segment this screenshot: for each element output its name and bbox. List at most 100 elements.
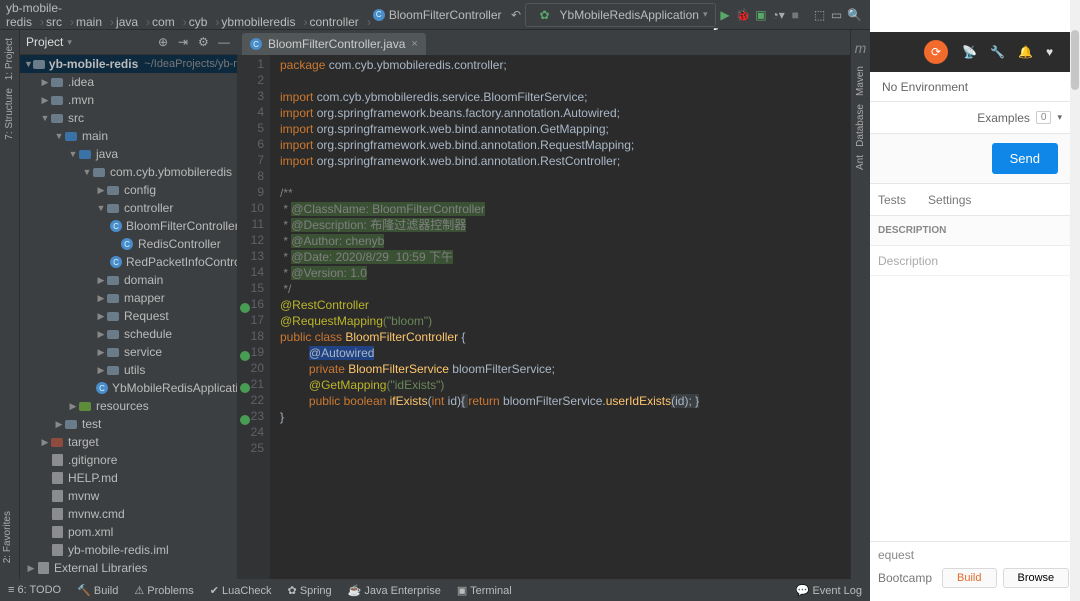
breadcrumb-segment[interactable]: main (76, 15, 102, 29)
tool-project-tab[interactable]: 1: Project (4, 38, 15, 80)
tree-item[interactable]: yb-mobile-redis.iml (20, 541, 237, 559)
locate-icon[interactable]: ⊕ (158, 35, 172, 49)
project-root[interactable]: ▼ yb-mobile-redis ~/IdeaProjects/yb-mobi… (20, 55, 237, 73)
breadcrumb-segment[interactable]: ybmobileredis (221, 15, 295, 29)
debug-button[interactable]: 🐞 (736, 6, 751, 24)
tree-item[interactable]: .gitignore (20, 451, 237, 469)
collapse-icon[interactable]: ⇥ (178, 35, 192, 49)
tree-item[interactable]: pom.xml (20, 523, 237, 541)
tab-tests[interactable]: Tests (878, 193, 906, 207)
breadcrumb-sep: › (146, 15, 150, 29)
tree-item[interactable]: ▶Request (20, 307, 237, 325)
terminal-tool[interactable]: ▣ Terminal (457, 584, 512, 597)
spring-tool[interactable]: ✿ Spring (288, 584, 332, 597)
tree-item[interactable]: ▶target (20, 433, 237, 451)
hide-icon[interactable]: — (218, 35, 232, 49)
back-icon[interactable]: ↶ (510, 6, 523, 24)
run-config-selector[interactable]: ✿ YbMobileRedisApplication ▾ (525, 3, 717, 27)
stop-button[interactable]: ■ (789, 6, 802, 24)
os-scrollbar[interactable] (1070, 0, 1080, 601)
database-tab[interactable]: Database (855, 104, 866, 147)
run-gutter-icon[interactable] (240, 415, 250, 425)
event-log[interactable]: 💬 Event Log (796, 584, 862, 597)
tree-item[interactable]: ▶mapper (20, 289, 237, 307)
tree-item[interactable]: mvnw (20, 487, 237, 505)
breadcrumb-sep: › (70, 15, 74, 29)
tree-item[interactable]: CRedPacketInfoController (20, 253, 237, 271)
line-number-gutter: 1234567891011121314151617181920212223242… (238, 55, 270, 579)
git-update-icon[interactable]: ⬚ (813, 6, 826, 24)
tree-item[interactable]: CRedisController (20, 235, 237, 253)
maven-label[interactable]: Maven (855, 66, 866, 96)
project-label[interactable]: Project (26, 35, 63, 49)
examples-bar[interactable]: Examples 0 ▾ (870, 102, 1070, 134)
breadcrumb-sep: › (215, 15, 219, 29)
run-gutter-icon[interactable] (240, 303, 250, 313)
tree-item[interactable]: ▶domain (20, 271, 237, 289)
profile-button[interactable]: ◔▾ (771, 6, 784, 24)
build-button[interactable]: Build (942, 568, 996, 588)
tree-item[interactable]: CYbMobileRedisApplication (20, 379, 237, 397)
tool-favorites-tab[interactable]: 2: Favorites (2, 511, 13, 563)
tree-item[interactable]: ▼main (20, 127, 237, 145)
request-label: equest (878, 548, 1062, 562)
run-button[interactable]: ▶ (718, 6, 731, 24)
bell-icon[interactable]: 🔔 (1018, 45, 1032, 59)
tree-item[interactable]: ▶.idea (20, 73, 237, 91)
tree-item[interactable]: HELP.md (20, 469, 237, 487)
editor-tab[interactable]: C BloomFilterController.java × (242, 33, 426, 55)
breadcrumb-segment[interactable]: java (116, 15, 138, 29)
project-tree[interactable]: ▼ yb-mobile-redis ~/IdeaProjects/yb-mobi… (20, 55, 238, 579)
coverage-button[interactable]: ▣ (754, 6, 767, 24)
sync-icon[interactable]: ⟳ (924, 40, 948, 64)
send-button[interactable]: Send (992, 143, 1058, 174)
left-tool-stripe: 1: Project 7: Structure 2: Favorites (0, 30, 20, 579)
satellite-icon[interactable]: 📡 (962, 45, 976, 59)
settings-gear-icon[interactable]: ⚙ (198, 35, 212, 49)
project-view-chevron-icon[interactable]: ▾ (67, 37, 72, 48)
ant-tab[interactable]: Ant (855, 155, 866, 170)
breadcrumb-segment[interactable]: cyb (189, 15, 208, 29)
tool-structure-tab[interactable]: 7: Structure (4, 88, 15, 140)
run-gutter-icon[interactable] (240, 351, 250, 361)
breadcrumb-segment[interactable]: controller (309, 15, 358, 29)
breadcrumb-sep: › (183, 15, 187, 29)
tree-item[interactable]: ▼java (20, 145, 237, 163)
tree-item[interactable]: ▶resources (20, 397, 237, 415)
code-area[interactable]: package com.cyb.ybmobileredis.controller… (280, 55, 850, 579)
build-tool[interactable]: 🔨 Build (77, 584, 118, 597)
tree-item[interactable]: ▶External Libraries (20, 559, 237, 577)
environment-selector[interactable]: No Environment (870, 72, 1070, 102)
table-row[interactable]: Description (870, 246, 1070, 276)
tree-item[interactable]: ▼controller (20, 199, 237, 217)
breadcrumb-segment[interactable]: com (152, 15, 175, 29)
tree-item[interactable]: ▶service (20, 343, 237, 361)
breadcrumb-segment[interactable]: src (46, 15, 62, 29)
tree-item[interactable]: ▶.mvn (20, 91, 237, 109)
tab-settings[interactable]: Settings (928, 193, 971, 207)
tree-item[interactable]: ▼src (20, 109, 237, 127)
tree-item[interactable]: ▶test (20, 415, 237, 433)
wrench-icon[interactable]: 🔧 (990, 45, 1004, 59)
search-icon[interactable]: 🔍 (847, 6, 862, 24)
avd-icon[interactable]: ▭ (830, 6, 843, 24)
heart-icon[interactable]: ♥ (1046, 45, 1060, 59)
todo-tool[interactable]: ≡ 6: TODO (8, 584, 61, 596)
tree-item[interactable]: ▼com.cyb.ybmobileredis (20, 163, 237, 181)
maven-tab[interactable]: m (851, 40, 870, 56)
browse-button[interactable]: Browse (1003, 568, 1070, 588)
je-tool[interactable]: ☕ Java Enterprise (348, 584, 441, 597)
breadcrumb-class[interactable]: C BloomFilterController (373, 8, 502, 22)
scrollbar-thumb[interactable] (1071, 30, 1079, 90)
request-tabs: Tests Settings (870, 184, 1070, 216)
close-tab-icon[interactable]: × (411, 38, 417, 50)
tree-item[interactable]: ▶utils (20, 361, 237, 379)
tree-item[interactable]: ▶schedule (20, 325, 237, 343)
ide-breadcrumb-bar: yb-mobile-redis›src›main›java›com›cyb›yb… (0, 0, 870, 30)
tree-item[interactable]: ▶config (20, 181, 237, 199)
run-gutter-icon[interactable] (240, 383, 250, 393)
tree-item[interactable]: mvnw.cmd (20, 505, 237, 523)
problems-tool[interactable]: ⚠ Problems (134, 584, 193, 597)
tree-item[interactable]: CBloomFilterController (20, 217, 237, 235)
luacheck-tool[interactable]: ✔ LuaCheck (210, 584, 272, 597)
